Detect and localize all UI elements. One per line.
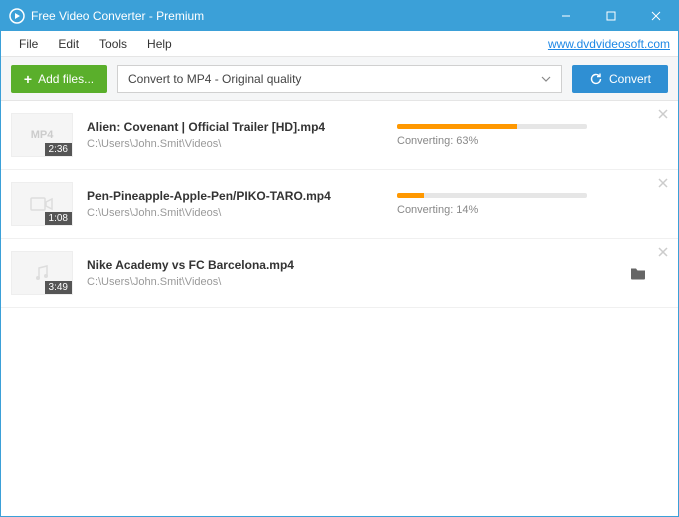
app-icon	[9, 8, 25, 24]
file-name: Alien: Covenant | Official Trailer [HD].…	[87, 120, 397, 134]
thumbnail: 3:49	[11, 251, 73, 295]
thumbnail: 1:08	[11, 182, 73, 226]
progress-fill	[397, 124, 517, 129]
progress-bar	[397, 124, 587, 129]
refresh-icon	[589, 72, 603, 86]
file-path: C:\Users\John.Smit\Videos\	[87, 207, 397, 219]
menubar: File Edit Tools Help www.dvdvideosoft.co…	[1, 31, 678, 57]
maximize-button[interactable]	[588, 1, 633, 31]
progress-bar	[397, 193, 587, 198]
file-name: Nike Academy vs FC Barcelona.mp4	[87, 258, 397, 272]
file-row: 1:08 Pen-Pineapple-Apple-Pen/PIKO-TARO.m…	[1, 170, 678, 239]
progress-area: Converting: 63%	[397, 124, 664, 147]
thumb-label: MP4	[31, 129, 54, 141]
file-path: C:\Users\John.Smit\Videos\	[87, 276, 397, 288]
progress-area: Converting: 14%	[397, 193, 664, 216]
window-controls	[543, 1, 678, 31]
music-icon	[32, 263, 52, 283]
minimize-button[interactable]	[543, 1, 588, 31]
format-select[interactable]: Convert to MP4 - Original quality	[117, 65, 562, 93]
progress-label: Converting: 14%	[397, 204, 628, 216]
file-row: 3:49 Nike Academy vs FC Barcelona.mp4 C:…	[1, 239, 678, 308]
menu-edit[interactable]: Edit	[48, 37, 89, 51]
window-title: Free Video Converter - Premium	[31, 9, 543, 23]
plus-icon: +	[24, 71, 32, 87]
duration-badge: 2:36	[45, 143, 72, 156]
file-info: Nike Academy vs FC Barcelona.mp4 C:\User…	[87, 258, 397, 288]
add-files-button[interactable]: + Add files...	[11, 65, 107, 93]
file-name: Pen-Pineapple-Apple-Pen/PIKO-TARO.mp4	[87, 189, 397, 203]
file-row: MP4 2:36 Alien: Covenant | Official Trai…	[1, 101, 678, 170]
menu-tools[interactable]: Tools	[89, 37, 137, 51]
convert-label: Convert	[609, 72, 651, 86]
progress-label: Converting: 63%	[397, 135, 628, 147]
thumbnail: MP4 2:36	[11, 113, 73, 157]
menu-file[interactable]: File	[9, 37, 48, 51]
toolbar: + Add files... Convert to MP4 - Original…	[1, 57, 678, 101]
progress-fill	[397, 193, 424, 198]
file-list: MP4 2:36 Alien: Covenant | Official Trai…	[1, 101, 678, 308]
duration-badge: 1:08	[45, 212, 72, 225]
titlebar: Free Video Converter - Premium	[1, 1, 678, 31]
remove-row-button[interactable]	[658, 247, 668, 257]
close-button[interactable]	[633, 1, 678, 31]
remove-row-button[interactable]	[658, 109, 668, 119]
add-files-label: Add files...	[38, 72, 94, 86]
file-path: C:\Users\John.Smit\Videos\	[87, 138, 397, 150]
duration-badge: 3:49	[45, 281, 72, 294]
convert-button[interactable]: Convert	[572, 65, 668, 93]
file-info: Alien: Covenant | Official Trailer [HD].…	[87, 120, 397, 150]
open-folder-button[interactable]	[630, 267, 646, 280]
site-link[interactable]: www.dvdvideosoft.com	[548, 37, 670, 51]
remove-row-button[interactable]	[658, 178, 668, 188]
file-info: Pen-Pineapple-Apple-Pen/PIKO-TARO.mp4 C:…	[87, 189, 397, 219]
format-selected-label: Convert to MP4 - Original quality	[128, 72, 301, 86]
menu-help[interactable]: Help	[137, 37, 182, 51]
chevron-down-icon	[541, 76, 551, 82]
video-icon	[30, 195, 54, 213]
